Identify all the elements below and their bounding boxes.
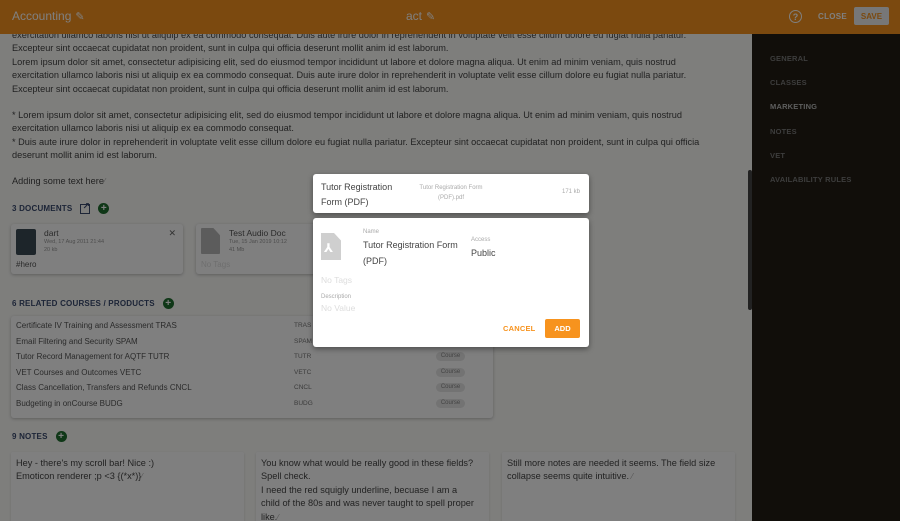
selected-file-card: Tutor Registration Form (PDF) Tutor Regi… — [313, 174, 589, 213]
add-button[interactable]: ADD — [545, 319, 580, 338]
description-label: Description — [321, 294, 352, 300]
cancel-button[interactable]: CANCEL — [503, 324, 535, 333]
access-select[interactable]: Public — [471, 246, 496, 262]
name-label: Name — [363, 229, 380, 235]
file-name: Tutor Registration Form (PDF).pdf — [419, 185, 483, 201]
access-label: Access — [471, 237, 491, 243]
pdf-file-icon: ⅄ — [321, 233, 341, 260]
tags-input[interactable]: No Tags — [321, 275, 352, 285]
file-title: Tutor Registration Form (PDF) — [321, 182, 393, 207]
description-input[interactable]: No Value — [321, 303, 355, 313]
name-field[interactable]: Tutor Registration Form (PDF) — [363, 238, 468, 269]
add-document-dialog: ⅄ Name Tutor Registration Form (PDF) Acc… — [313, 218, 589, 347]
file-size: 171 kb — [561, 189, 580, 195]
